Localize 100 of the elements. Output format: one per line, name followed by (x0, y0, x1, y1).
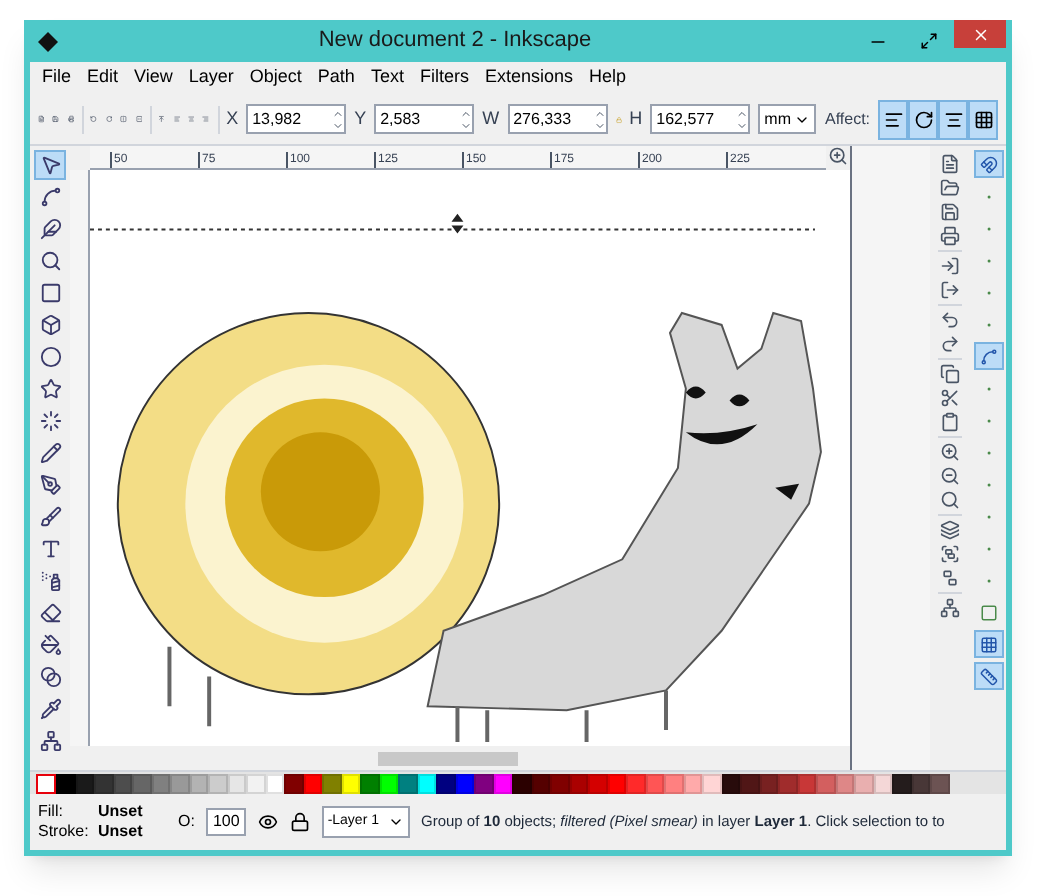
color-swatch[interactable] (778, 773, 797, 793)
menu-item[interactable]: Filters (419, 64, 469, 92)
menu-item[interactable]: Layer (188, 64, 234, 92)
color-swatch[interactable] (246, 773, 265, 793)
redo-icon[interactable] (940, 334, 960, 354)
toggle-button[interactable] (878, 99, 909, 139)
close-button[interactable] (954, 20, 1006, 48)
save-icon[interactable] (940, 202, 960, 222)
color-swatch[interactable] (740, 773, 759, 793)
color-swatch[interactable] (854, 773, 873, 793)
import-icon[interactable] (940, 256, 960, 276)
color-swatch[interactable] (797, 773, 816, 793)
color-swatch[interactable] (474, 773, 493, 793)
color-swatch[interactable] (265, 773, 284, 793)
color-swatch[interactable] (512, 773, 531, 793)
color-swatch[interactable] (645, 773, 664, 793)
undo-icon[interactable] (940, 310, 960, 330)
color-swatch[interactable] (835, 773, 854, 793)
color-swatch[interactable] (664, 773, 683, 793)
scissors-icon[interactable] (940, 388, 960, 408)
layers-icon[interactable] (940, 520, 960, 540)
snap-toggle[interactable] (973, 150, 1003, 178)
color-swatch[interactable] (132, 773, 151, 793)
group-icon[interactable] (940, 544, 960, 564)
color-swatch[interactable] (360, 773, 379, 793)
scale-corners-icon (913, 109, 934, 129)
color-swatch[interactable] (721, 773, 740, 793)
printer-icon[interactable] (940, 226, 960, 246)
scrollbar-thumb[interactable] (378, 751, 518, 765)
color-swatch[interactable] (75, 773, 94, 793)
color-swatch[interactable] (930, 773, 949, 793)
color-swatch[interactable] (683, 773, 702, 793)
menu-item[interactable]: View (134, 64, 173, 92)
no-paint-swatch[interactable] (36, 773, 56, 793)
folder-icon[interactable] (940, 178, 960, 198)
menu-item[interactable]: Edit (87, 64, 119, 92)
snap-toggle[interactable] (973, 630, 1003, 658)
color-swatch[interactable] (911, 773, 930, 793)
color-swatch[interactable] (455, 773, 474, 793)
color-swatch[interactable] (284, 773, 303, 793)
export-icon[interactable] (940, 280, 960, 300)
menu-item[interactable]: Object (249, 64, 302, 92)
color-swatch[interactable] (303, 773, 322, 793)
menu-item[interactable]: File (42, 64, 72, 92)
color-swatch[interactable] (550, 773, 569, 793)
resize-arrow-icon[interactable] (451, 213, 464, 234)
color-swatch[interactable] (208, 773, 227, 793)
ungroup-icon[interactable] (940, 568, 960, 588)
unit-dropdown[interactable]: mm (758, 104, 817, 134)
eye-icon[interactable] (257, 812, 278, 832)
toggle-button[interactable] (938, 99, 969, 139)
color-swatch[interactable] (436, 773, 455, 793)
number-field[interactable]: 162,577 (650, 104, 751, 134)
menu-item[interactable]: Extensions (484, 64, 573, 92)
number-field[interactable]: 2,583 (374, 104, 475, 134)
eraser-icon (39, 602, 61, 624)
color-swatch[interactable] (588, 773, 607, 793)
number-field[interactable]: 13,982 (246, 104, 347, 134)
color-swatch[interactable] (873, 773, 892, 793)
menu-item[interactable]: Path (317, 64, 355, 92)
color-swatch[interactable] (759, 773, 778, 793)
tool-button[interactable] (34, 150, 66, 180)
clipboard-icon[interactable] (940, 412, 960, 432)
color-swatch[interactable] (341, 773, 360, 793)
snap-toggle[interactable] (973, 342, 1003, 370)
zoom-icon[interactable] (828, 146, 848, 166)
color-swatch[interactable] (702, 773, 721, 793)
zoom-out-icon[interactable] (940, 466, 960, 486)
color-swatch[interactable] (607, 773, 626, 793)
color-swatch[interactable] (189, 773, 208, 793)
color-swatch[interactable] (151, 773, 170, 793)
menu-item[interactable]: Help (588, 64, 626, 92)
stroke-value: Unset (98, 822, 145, 842)
color-swatch[interactable] (892, 773, 911, 793)
color-swatch[interactable] (379, 773, 398, 793)
snap-toggle[interactable] (973, 662, 1003, 690)
color-swatch[interactable] (398, 773, 417, 793)
fill-value: Unset (98, 802, 145, 822)
opacity-field[interactable]: 100 (206, 808, 246, 836)
color-swatch[interactable] (56, 773, 75, 793)
color-swatch[interactable] (113, 773, 132, 793)
copy-icon[interactable] (940, 364, 960, 384)
color-swatch[interactable] (531, 773, 550, 793)
color-swatch[interactable] (227, 773, 246, 793)
color-swatch[interactable] (322, 773, 341, 793)
color-swatch[interactable] (94, 773, 113, 793)
zoom-in-icon[interactable] (940, 442, 960, 462)
color-swatch[interactable] (816, 773, 835, 793)
color-swatch[interactable] (626, 773, 645, 793)
search-icon[interactable] (940, 490, 960, 510)
color-swatch[interactable] (493, 773, 512, 793)
color-swatch[interactable] (417, 773, 436, 793)
toggle-button[interactable] (908, 99, 939, 139)
maximize-icon[interactable] (920, 32, 938, 50)
lock-icon[interactable] (289, 812, 310, 832)
color-swatch[interactable] (569, 773, 588, 793)
toggle-button[interactable] (968, 99, 999, 139)
color-swatch[interactable] (170, 773, 189, 793)
document-icon[interactable] (940, 154, 960, 174)
menu-item[interactable]: Text (370, 64, 404, 92)
